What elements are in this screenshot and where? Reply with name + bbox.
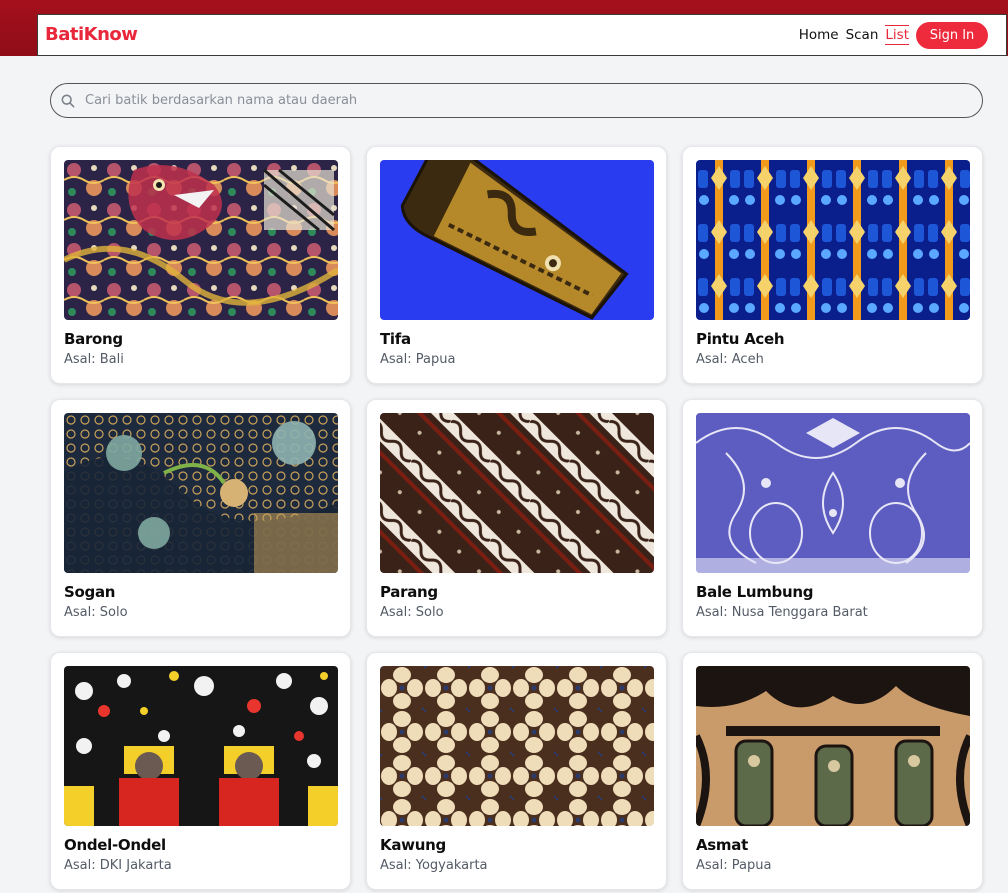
batik-name: Kawung: [380, 836, 446, 854]
batik-grid: Barong Asal: Bali Tifa Asal: Papua Pintu…: [50, 146, 983, 890]
batik-origin: Asal: Solo: [380, 605, 444, 620]
batik-card[interactable]: Asmat Asal: Papua: [682, 652, 983, 890]
batik-card[interactable]: Kawung Asal: Yogyakarta: [366, 652, 667, 890]
nav-link-home[interactable]: Home: [799, 25, 839, 45]
search-input[interactable]: [85, 84, 982, 117]
navbar: BatiKnow Home Scan List Sign In: [37, 14, 1007, 56]
search-bar[interactable]: [50, 83, 983, 118]
batik-card[interactable]: Parang Asal: Solo: [366, 399, 667, 637]
batik-image-asmat[interactable]: [696, 666, 970, 826]
batik-card[interactable]: Ondel-Ondel Asal: DKI Jakarta: [50, 652, 351, 890]
batik-origin: Asal: Bali: [64, 352, 124, 367]
batik-card[interactable]: Sogan Asal: Solo: [50, 399, 351, 637]
batik-image-sogan[interactable]: [64, 413, 338, 573]
batik-name: Asmat: [696, 836, 748, 854]
batik-image-parang[interactable]: [380, 413, 654, 573]
brand-logo[interactable]: BatiKnow: [45, 24, 138, 45]
batik-image-barong[interactable]: [64, 160, 338, 320]
batik-name: Barong: [64, 330, 123, 348]
batik-card[interactable]: Barong Asal: Bali: [50, 146, 351, 384]
batik-origin: Asal: Nusa Tenggara Barat: [696, 605, 868, 620]
batik-origin: Asal: Papua: [696, 858, 772, 873]
batik-origin: Asal: Papua: [380, 352, 456, 367]
nav-link-list[interactable]: List: [885, 25, 909, 45]
batik-image-bale-lumbung[interactable]: [696, 413, 970, 573]
batik-card[interactable]: Pintu Aceh Asal: Aceh: [682, 146, 983, 384]
batik-origin: Asal: Yogyakarta: [380, 858, 488, 873]
nav-links: Home Scan List Sign In: [799, 21, 988, 49]
batik-origin: Asal: Aceh: [696, 352, 764, 367]
nav-link-scan[interactable]: Scan: [846, 25, 879, 45]
batik-card[interactable]: Tifa Asal: Papua: [366, 146, 667, 384]
batik-name: Pintu Aceh: [696, 330, 785, 348]
batik-name: Sogan: [64, 583, 116, 601]
batik-name: Parang: [380, 583, 438, 601]
batik-image-pintu-aceh[interactable]: [696, 160, 970, 320]
batik-name: Bale Lumbung: [696, 583, 814, 601]
search-icon: [61, 94, 75, 107]
batik-image-tifa[interactable]: [380, 160, 654, 320]
batik-origin: Asal: Solo: [64, 605, 128, 620]
batik-origin: Asal: DKI Jakarta: [64, 858, 172, 873]
batik-image-kawung[interactable]: [380, 666, 654, 826]
batik-name: Tifa: [380, 330, 411, 348]
batik-card[interactable]: Bale Lumbung Asal: Nusa Tenggara Barat: [682, 399, 983, 637]
sign-in-button[interactable]: Sign In: [916, 21, 988, 49]
batik-image-ondel-ondel[interactable]: [64, 666, 338, 826]
batik-name: Ondel-Ondel: [64, 836, 166, 854]
